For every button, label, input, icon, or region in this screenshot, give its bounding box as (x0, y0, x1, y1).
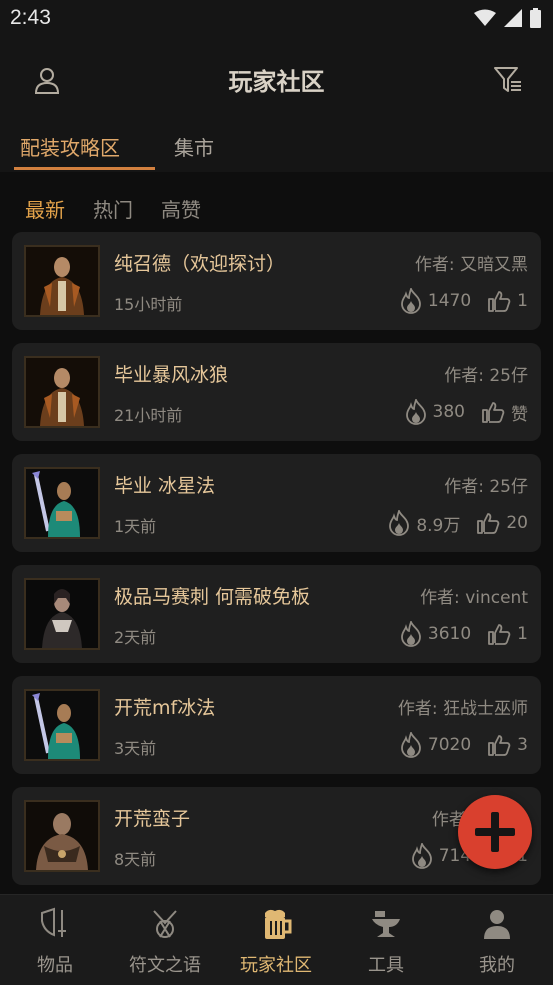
filter-button[interactable] (493, 66, 523, 98)
nav-label-tools: 工具 (368, 955, 404, 976)
nav-profile[interactable]: 我的 (442, 895, 552, 985)
nav-tools[interactable]: 工具 (331, 895, 441, 985)
post-card[interactable]: 毕业暴风冰狼 作者: 25仔 21小时前 380 赞 (12, 343, 541, 441)
thumbs-up-icon[interactable] (476, 512, 500, 534)
post-card[interactable]: 开荒mf冰法 作者: 狂战士巫师 3天前 7020 3 (12, 676, 541, 774)
post-author: 作者: 25仔 (444, 366, 528, 386)
post-stats: 7020 3 (400, 732, 528, 758)
subtab-hot[interactable]: 热门 (93, 194, 133, 223)
active-tab-indicator (14, 167, 155, 170)
thumbs-up-icon[interactable] (487, 734, 511, 756)
like-count: 20 (506, 513, 528, 533)
post-time: 8天前 (114, 850, 157, 869)
subtab-latest[interactable]: 最新 (25, 194, 65, 223)
anvil-icon (372, 911, 400, 937)
create-post-button[interactable] (458, 795, 532, 869)
subtab-top-liked[interactable]: 高赞 (161, 194, 201, 223)
signal-icon (504, 9, 522, 27)
person-icon (484, 910, 510, 939)
plus-icon (475, 812, 515, 852)
nav-label-runewords: 符文之语 (129, 955, 201, 976)
heat-count: 8.9万 (416, 515, 461, 536)
post-title: 毕业暴风冰狼 (114, 364, 229, 386)
post-time: 1天前 (114, 517, 157, 536)
post-title: 开荒蛮子 (114, 808, 191, 830)
sorceress-portrait (24, 689, 100, 761)
like-count: 1 (517, 291, 528, 311)
like-count: 赞 (511, 404, 528, 425)
beer-mug-icon (265, 909, 292, 939)
barbarian-portrait (24, 800, 100, 872)
battery-icon (530, 8, 541, 28)
flame-icon (411, 843, 432, 869)
post-title: 开荒mf冰法 (114, 697, 216, 719)
heat-count: 7020 (427, 735, 472, 755)
status-bar: 2:43 (0, 0, 553, 38)
post-stats: 3610 1 (400, 621, 528, 647)
thumbs-up-icon[interactable] (481, 401, 505, 423)
post-title: 纯召德（欢迎探讨） (114, 253, 286, 275)
nav-runewords[interactable]: 符文之语 (110, 895, 220, 985)
like-count: 1 (517, 624, 528, 644)
like-count: 3 (517, 735, 528, 755)
sort-tabs: 最新 热门 高赞 (0, 172, 553, 232)
heat-count: 3610 (427, 624, 472, 644)
druid-portrait (24, 356, 100, 428)
thumbs-up-icon[interactable] (487, 290, 511, 312)
nav-label-community: 玩家社区 (240, 955, 312, 976)
assassin-portrait (24, 578, 100, 650)
page-title: 玩家社区 (228, 68, 325, 96)
druid-portrait (24, 245, 100, 317)
post-time: 3天前 (114, 739, 157, 758)
filter-icon (494, 67, 521, 92)
post-author: 作者: 25仔 (444, 477, 528, 497)
post-time: 21小时前 (114, 406, 183, 425)
post-title: 毕业 冰星法 (114, 475, 216, 497)
tab-build-guides[interactable]: 配装攻略区 (20, 132, 120, 161)
post-card[interactable]: 毕业 冰星法 作者: 25仔 1天前 8.9万 20 (12, 454, 541, 552)
nav-label-items: 物品 (37, 955, 73, 976)
nav-items[interactable]: 物品 (0, 895, 110, 985)
bottom-nav: 物品 符文之语 玩家社区 工具 我的 (0, 894, 553, 985)
post-author: 作者: 又暗又黑 (414, 255, 528, 275)
flame-icon (389, 510, 410, 536)
post-stats: 1470 1 (400, 288, 528, 314)
post-author: 作者: 狂战士巫师 (397, 699, 528, 719)
nav-label-profile: 我的 (479, 955, 515, 976)
rune-icon (153, 910, 177, 938)
thumbs-up-icon[interactable] (487, 623, 511, 645)
post-card[interactable]: 纯召德（欢迎探讨） 作者: 又暗又黑 15小时前 1470 1 (12, 232, 541, 330)
flame-icon (401, 732, 421, 758)
flame-icon (405, 399, 426, 425)
post-author: 作者: vincent (420, 588, 528, 608)
heat-count: 380 (432, 402, 465, 422)
shield-sword-icon (41, 907, 66, 937)
status-time: 2:43 (10, 6, 51, 29)
post-time: 2天前 (114, 628, 157, 647)
status-icons (474, 8, 541, 28)
post-title: 极品马赛刺 何需破免板 (114, 586, 311, 608)
flame-icon (401, 288, 421, 314)
tab-market[interactable]: 集市 (174, 132, 214, 161)
post-time: 15小时前 (114, 295, 183, 314)
sorceress-portrait (24, 467, 100, 539)
wifi-icon (474, 9, 496, 26)
post-stats: 380 赞 (405, 399, 528, 425)
flame-icon (401, 621, 421, 647)
section-tabs: 配装攻略区 集市 (0, 122, 553, 172)
app-header: 玩家社区 (0, 38, 553, 122)
post-stats: 8.9万 20 (388, 510, 528, 536)
post-card[interactable]: 极品马赛刺 何需破免板 作者: vincent 2天前 3610 1 (12, 565, 541, 663)
heat-count: 1470 (427, 291, 472, 311)
nav-community[interactable]: 玩家社区 (221, 895, 331, 985)
